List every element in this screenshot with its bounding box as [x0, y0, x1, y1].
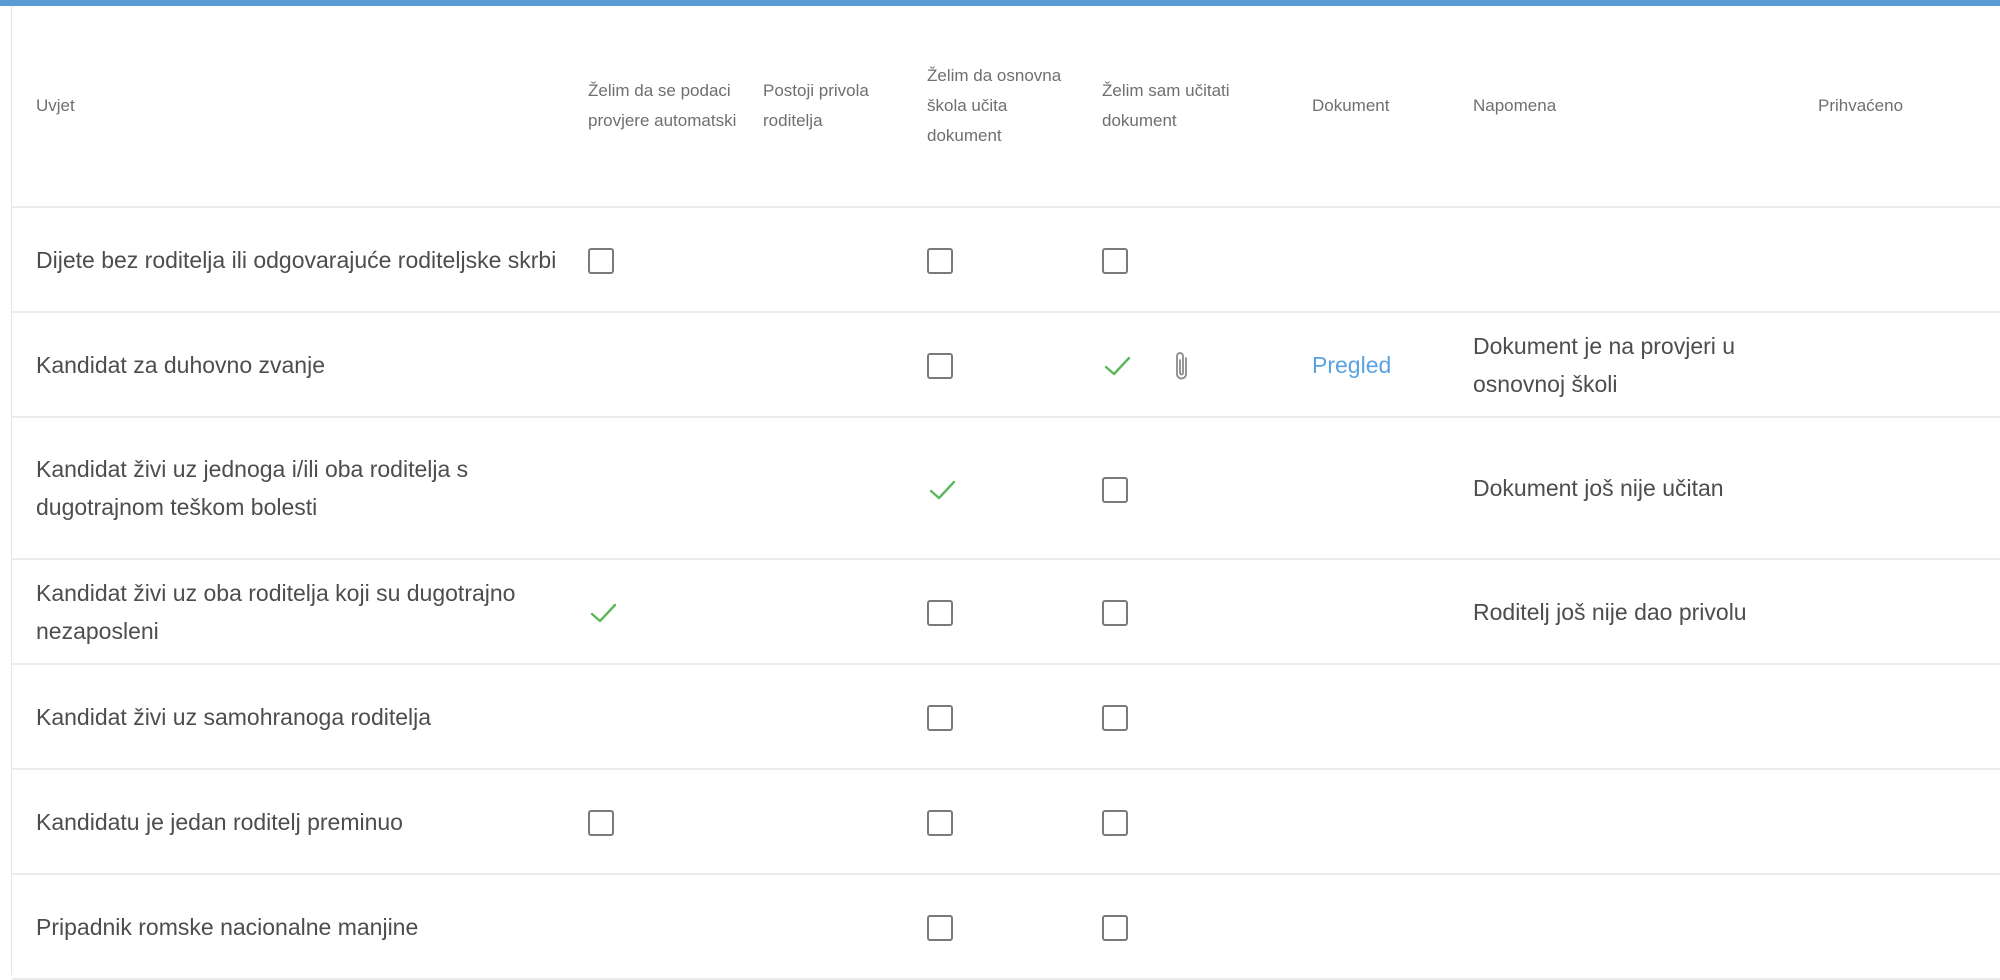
table-row: Kandidat živi uz samohranoga roditelja [12, 664, 2000, 770]
cell-self-upload [1086, 417, 1284, 560]
self-upload-checkbox[interactable] [1102, 915, 1128, 942]
cell-auto-check [574, 769, 757, 875]
table-row: Kandidat živi uz jednoga i/ili oba rodit… [12, 417, 2000, 560]
school-upload-checkbox[interactable] [927, 915, 953, 942]
condition-label: Dijete bez roditelja ili odgovarajuće ro… [12, 207, 574, 313]
cell-school-upload [915, 312, 1086, 418]
cell-self-upload [1086, 312, 1284, 418]
self-upload-checkbox[interactable] [1102, 248, 1128, 275]
condition-label: Kandidat živi uz jednoga i/ili oba rodit… [12, 417, 574, 560]
cell-self-upload [1086, 664, 1284, 770]
cell-accepted [1804, 312, 2000, 418]
cell-auto-check [574, 207, 757, 313]
cell-auto-check [574, 874, 757, 980]
cell-auto-check [574, 312, 757, 418]
cell-note: Dokument je na provjeri u osnovnoj školi [1459, 312, 1804, 418]
cell-document [1284, 664, 1459, 770]
cell-school-upload [915, 559, 1086, 665]
table-row: Kandidat za duhovno zvanje Pregled Dokumen… [12, 312, 2000, 418]
self-upload-checkbox[interactable] [1102, 600, 1128, 627]
cell-document [1284, 207, 1459, 313]
cell-document [1284, 874, 1459, 980]
header-self-upload: Želim sam učitati dokument [1086, 6, 1284, 208]
cell-document [1284, 559, 1459, 665]
condition-label: Kandidat za duhovno zvanje [12, 312, 574, 418]
cell-accepted [1804, 874, 2000, 980]
self-upload-check-icon [1104, 357, 1131, 376]
conditions-table: Uvjet Želim da se podaci provjere automa… [12, 6, 2000, 980]
condition-label: Pripadnik romske nacionalne manjine [12, 874, 574, 980]
cell-accepted [1804, 207, 2000, 313]
condition-label: Kandidat živi uz oba roditelja koji su d… [12, 559, 574, 665]
cell-parent-consent [757, 312, 915, 418]
cell-self-upload [1086, 769, 1284, 875]
school-upload-check-icon [929, 480, 956, 500]
condition-label: Kandidat živi uz samohranoga roditelja [12, 664, 574, 770]
school-upload-checkbox[interactable] [927, 810, 953, 837]
cell-document [1284, 417, 1459, 560]
cell-self-upload [1086, 559, 1284, 665]
auto-check-checkbox[interactable] [588, 810, 614, 837]
header-accepted: Prihvaćeno [1804, 6, 2000, 208]
school-upload-checkbox[interactable] [927, 705, 953, 732]
cell-school-upload [915, 207, 1086, 313]
cell-accepted [1804, 559, 2000, 665]
self-upload-checkbox[interactable] [1102, 705, 1128, 732]
table-row: Kandidat živi uz oba roditelja koji su d… [12, 559, 2000, 665]
school-upload-checkbox[interactable] [927, 600, 953, 627]
header-note: Napomena [1459, 6, 1804, 208]
cell-note [1459, 664, 1804, 770]
cell-self-upload [1086, 874, 1284, 980]
cell-auto-check [574, 664, 757, 770]
cell-note [1459, 874, 1804, 980]
header-auto-check: Želim da se podaci provjere automatski [574, 6, 757, 208]
header-document: Dokument [1284, 6, 1459, 208]
table-header-row: Uvjet Želim da se podaci provjere automa… [12, 6, 2000, 208]
cell-document [1284, 769, 1459, 875]
condition-label: Kandidatu je jedan roditelj preminuo [12, 769, 574, 875]
cell-parent-consent [757, 874, 915, 980]
cell-parent-consent [757, 559, 915, 665]
cell-note: Roditelj još nije dao privolu [1459, 559, 1804, 665]
cell-note [1459, 207, 1804, 313]
self-upload-checkbox[interactable] [1102, 810, 1128, 837]
document-preview-link[interactable]: Pregled [1312, 352, 1391, 378]
cell-auto-check [574, 559, 757, 665]
table-row: Kandidatu je jedan roditelj preminuo [12, 769, 2000, 875]
school-upload-checkbox[interactable] [927, 353, 953, 380]
cell-school-upload [915, 769, 1086, 875]
cell-school-upload [915, 664, 1086, 770]
cell-school-upload [915, 417, 1086, 560]
cell-parent-consent [757, 664, 915, 770]
cell-school-upload [915, 874, 1086, 980]
auto-check-check-icon [590, 604, 617, 623]
conditions-page: Uvjet Želim da se podaci provjere automa… [0, 6, 2000, 980]
cell-accepted [1804, 769, 2000, 875]
cell-self-upload [1086, 207, 1284, 313]
cell-auto-check [574, 417, 757, 560]
table-row: Pripadnik romske nacionalne manjine [12, 874, 2000, 980]
attachment-icon[interactable] [1172, 349, 1192, 383]
self-upload-checkbox[interactable] [1102, 476, 1128, 503]
table-row: Dijete bez roditelja ili odgovarajuće ro… [12, 207, 2000, 313]
auto-check-checkbox[interactable] [588, 248, 614, 275]
cell-note [1459, 769, 1804, 875]
header-uvjet: Uvjet [12, 6, 574, 208]
cell-parent-consent [757, 207, 915, 313]
header-school-upload: Želim da osnovna škola učita dokument [915, 6, 1086, 208]
school-upload-checkbox[interactable] [927, 248, 953, 275]
cell-accepted [1804, 417, 2000, 560]
cell-parent-consent [757, 417, 915, 560]
cell-parent-consent [757, 769, 915, 875]
header-parent-consent: Postoji privola roditelja [757, 6, 915, 208]
cell-accepted [1804, 664, 2000, 770]
cell-document: Pregled [1284, 312, 1459, 418]
cell-note: Dokument još nije učitan [1459, 417, 1804, 560]
